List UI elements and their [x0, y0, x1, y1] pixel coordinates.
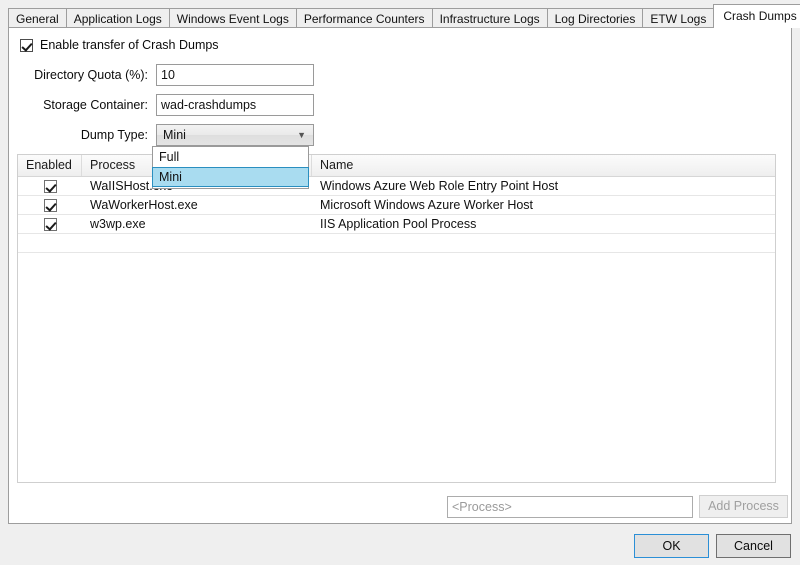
directory-quota-input[interactable]: [156, 64, 314, 86]
tab-etw-logs[interactable]: ETW Logs: [642, 8, 714, 29]
row-name-cell: Windows Azure Web Role Entry Point Host: [312, 177, 775, 195]
dump-type-dropdown-list[interactable]: Full Mini: [152, 146, 309, 189]
row-enabled-cell[interactable]: [18, 218, 82, 231]
directory-quota-row: Directory Quota (%):: [20, 64, 314, 86]
row-enabled-cell[interactable]: [18, 199, 82, 212]
process-name-input[interactable]: [447, 496, 693, 518]
tab-performance-counters[interactable]: Performance Counters: [296, 8, 433, 29]
dropdown-option-full[interactable]: Full: [153, 148, 308, 167]
row-enabled-checkbox[interactable]: [44, 180, 57, 193]
tab-general[interactable]: General: [8, 8, 67, 29]
tab-application-logs[interactable]: Application Logs: [66, 8, 170, 29]
cancel-button[interactable]: Cancel: [716, 534, 791, 558]
row-enabled-checkbox[interactable]: [44, 199, 57, 212]
ok-button[interactable]: OK: [634, 534, 709, 558]
process-table: Enabled Process Name WaIISHost.exe Windo…: [17, 154, 776, 483]
enable-crash-dumps-checkbox[interactable]: [20, 39, 33, 52]
row-name-cell: IIS Application Pool Process: [312, 215, 775, 233]
enable-crash-dumps-label: Enable transfer of Crash Dumps: [40, 38, 219, 52]
add-process-button[interactable]: Add Process: [699, 495, 788, 518]
row-process-cell: WaWorkerHost.exe: [82, 196, 312, 214]
row-process-cell: w3wp.exe: [82, 215, 312, 233]
table-row[interactable]: w3wp.exe IIS Application Pool Process: [18, 215, 775, 234]
directory-quota-label: Directory Quota (%):: [20, 68, 156, 82]
row-enabled-cell[interactable]: [18, 180, 82, 193]
tab-infrastructure-logs[interactable]: Infrastructure Logs: [432, 8, 548, 29]
storage-container-row: Storage Container:: [20, 94, 314, 116]
add-process-row: Add Process: [447, 495, 788, 518]
chevron-down-icon: ▼: [297, 125, 306, 145]
row-name-cell: Microsoft Windows Azure Worker Host: [312, 196, 775, 214]
tab-crash-dumps[interactable]: Crash Dumps: [713, 4, 800, 28]
tab-log-directories[interactable]: Log Directories: [547, 8, 644, 29]
table-header-row: Enabled Process Name: [18, 155, 775, 177]
storage-container-label: Storage Container:: [20, 98, 156, 112]
column-header-enabled[interactable]: Enabled: [18, 155, 82, 176]
table-empty-row: [18, 234, 775, 253]
dialog-window: General Application Logs Windows Event L…: [0, 0, 800, 565]
dump-type-selected-value: Mini: [163, 128, 186, 142]
tab-strip: General Application Logs Windows Event L…: [8, 5, 800, 28]
storage-container-input[interactable]: [156, 94, 314, 116]
enable-crash-dumps-row[interactable]: Enable transfer of Crash Dumps: [20, 38, 219, 52]
dump-type-row: Dump Type: Mini ▼: [20, 124, 314, 146]
dump-type-combobox[interactable]: Mini ▼: [156, 124, 314, 146]
crash-dumps-panel: Enable transfer of Crash Dumps Directory…: [8, 27, 792, 524]
dropdown-option-mini[interactable]: Mini: [152, 167, 309, 187]
row-enabled-checkbox[interactable]: [44, 218, 57, 231]
table-row[interactable]: WaIISHost.exe Windows Azure Web Role Ent…: [18, 177, 775, 196]
tab-windows-event-logs[interactable]: Windows Event Logs: [169, 8, 297, 29]
table-row[interactable]: WaWorkerHost.exe Microsoft Windows Azure…: [18, 196, 775, 215]
dump-type-label: Dump Type:: [20, 128, 156, 142]
column-header-name[interactable]: Name: [312, 155, 775, 176]
